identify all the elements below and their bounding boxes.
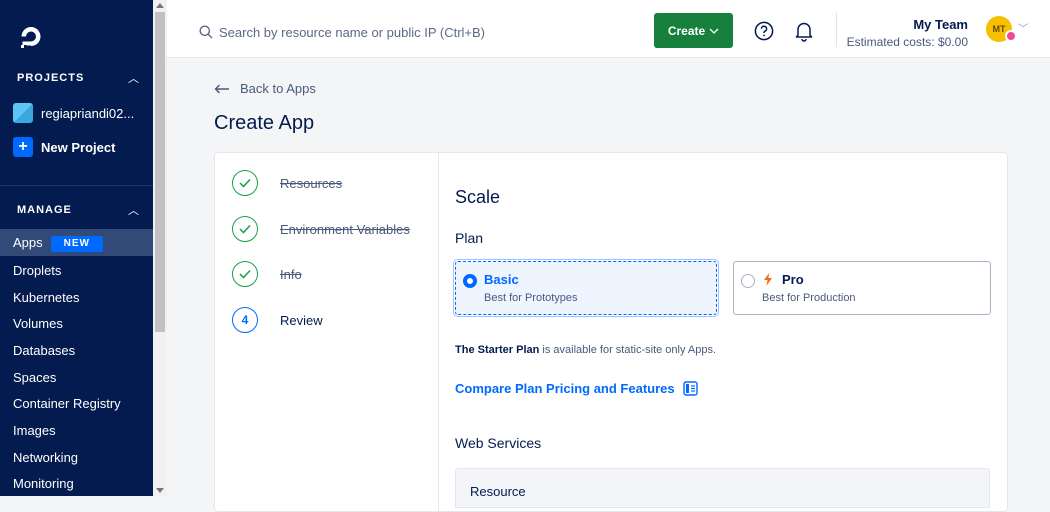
resource-table: Resource [455, 468, 990, 508]
sidebar-item-label: Images [13, 423, 56, 438]
sidebar-item-label: Container Registry [13, 396, 121, 411]
project-name: regiapriandi02... [41, 105, 135, 121]
step-environment-variables[interactable]: Environment Variables [232, 216, 410, 242]
projects-header: PROJECTS [17, 72, 85, 84]
sidebar-project-item[interactable]: regiapriandi02... [13, 103, 134, 123]
sidebar-item-networking[interactable]: Networking [0, 444, 153, 471]
compare-link-label: Compare Plan Pricing and Features [455, 381, 675, 396]
projects-collapse-chevron-icon[interactable]: ︿ [128, 70, 139, 86]
scroll-up-arrow-icon[interactable] [156, 3, 164, 8]
sidebar-item-spaces[interactable]: Spaces [0, 364, 153, 391]
step-resources[interactable]: Resources [232, 170, 342, 196]
sidebar-item-label: Networking [13, 450, 79, 465]
back-link-label: Back to Apps [240, 81, 316, 96]
step-label: Resources [280, 175, 343, 191]
create-button[interactable]: Create [654, 13, 733, 48]
top-bar: Create My Team Estimated costs: $0.00 MT… [167, 0, 1050, 58]
sidebar-divider [0, 185, 153, 186]
digitalocean-logo-icon[interactable] [18, 24, 44, 50]
manage-header: MANAGE [17, 204, 72, 216]
arrow-left-icon [214, 84, 229, 93]
sidebar-item-images[interactable]: Images [0, 417, 153, 444]
sidebar-item-kubernetes[interactable]: Kubernetes [0, 284, 153, 311]
plan-option-basic[interactable]: Basic Best for Prototypes [453, 259, 719, 317]
web-services-heading: Web Services [455, 435, 542, 451]
note-bold: The Starter Plan [455, 344, 540, 356]
check-icon [232, 261, 258, 287]
chevron-down-icon [709, 28, 719, 34]
check-icon [232, 170, 258, 196]
bolt-icon [764, 273, 772, 286]
table-header-resource: Resource [470, 484, 526, 499]
plan-option-pro[interactable]: Pro Best for Production [733, 261, 991, 315]
sidebar: PROJECTS ︿ regiapriandi02... + New Proje… [0, 0, 153, 496]
sidebar-item-label: Apps [13, 235, 43, 250]
compare-plans-link[interactable]: Compare Plan Pricing and Features [455, 381, 698, 396]
scroll-down-arrow-icon[interactable] [156, 488, 164, 493]
sidebar-item-label: Volumes [13, 316, 63, 331]
sidebar-item-label: Spaces [13, 370, 57, 385]
step-info[interactable]: Info [232, 261, 302, 287]
account-chevron-down-icon[interactable]: ﹀ [1018, 20, 1028, 35]
starter-plan-note: The Starter Plan is available for static… [455, 344, 716, 356]
create-button-label: Create [667, 23, 706, 38]
scroll-thumb[interactable] [155, 12, 165, 332]
help-icon[interactable] [754, 21, 774, 41]
plan-label: Plan [455, 230, 484, 246]
sidebar-item-label: Kubernetes [13, 290, 80, 305]
step-number: 4 [232, 307, 258, 333]
plan-title: Pro [782, 272, 804, 287]
sidebar-item-label: Droplets [13, 263, 62, 278]
sidebar-item-droplets[interactable]: Droplets [0, 257, 153, 284]
avatar-status-badge [1005, 30, 1017, 42]
estimated-costs: Estimated costs: $0.00 [846, 35, 968, 49]
back-to-apps-link[interactable]: Back to Apps [214, 81, 316, 96]
search-input[interactable] [219, 20, 579, 44]
sidebar-item-volumes[interactable]: Volumes [0, 310, 153, 337]
sidebar-item-label: Databases [13, 343, 76, 358]
team-name[interactable]: My Team [913, 17, 968, 32]
new-project-button[interactable]: + New Project [13, 137, 115, 157]
sidebar-item-apps[interactable]: Apps NEW [0, 229, 153, 256]
sidebar-scrollbar[interactable] [153, 0, 167, 496]
topbar-divider [836, 12, 837, 47]
step-label: Info [280, 266, 302, 282]
document-icon [682, 381, 698, 396]
step-label: Review [280, 312, 323, 328]
plan-description: Best for Production [762, 292, 856, 304]
scale-heading: Scale [455, 187, 501, 207]
new-badge: NEW [50, 236, 103, 252]
step-label: Environment Variables [280, 221, 410, 237]
create-app-card: Resources Environment Variables Info 4 R… [214, 152, 1008, 512]
sidebar-item-monitoring[interactable]: Monitoring [0, 470, 153, 496]
steps-panel: Resources Environment Variables Info 4 R… [215, 153, 439, 511]
sidebar-item-databases[interactable]: Databases [0, 337, 153, 364]
note-text: is available for static-site only Apps. [539, 344, 717, 356]
check-icon [232, 216, 258, 242]
step-review[interactable]: 4 Review [232, 307, 323, 333]
plan-description: Best for Prototypes [484, 292, 578, 304]
manage-collapse-chevron-icon[interactable]: ︿ [128, 202, 139, 218]
plan-title: Basic [484, 272, 519, 287]
sidebar-item-container-registry[interactable]: Container Registry [0, 390, 153, 417]
project-icon [13, 103, 33, 123]
new-project-label: New Project [41, 139, 116, 155]
page-title: Create App [214, 112, 315, 134]
plus-icon: + [13, 137, 33, 157]
search-icon [199, 25, 213, 39]
radio-selected[interactable] [463, 274, 477, 288]
notifications-bell-icon[interactable] [794, 20, 814, 42]
sidebar-item-label: Monitoring [13, 476, 74, 491]
radio-unselected[interactable] [741, 274, 755, 288]
